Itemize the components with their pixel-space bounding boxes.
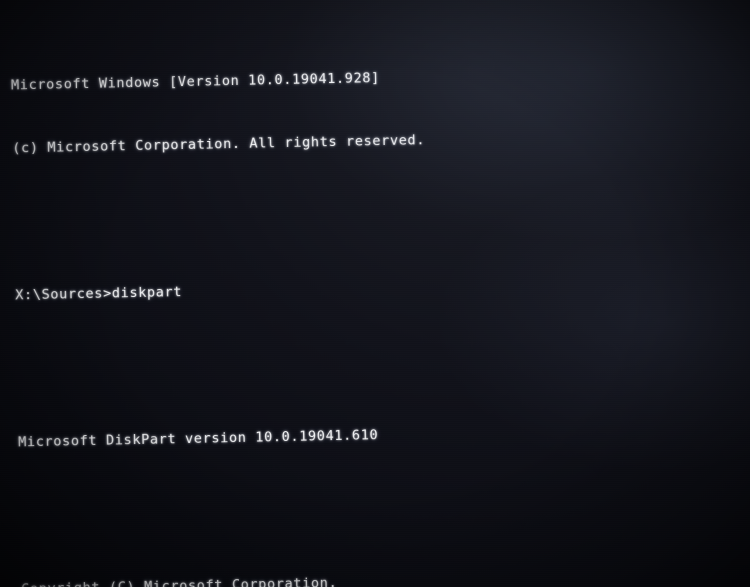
command-diskpart: diskpart [111,284,183,302]
diskpart-copyright: Copyright (C) Microsoft Corporation. [20,575,338,587]
screen-photo: Microsoft Windows [Version 10.0.19041.92… [0,0,750,587]
console-surface[interactable]: Microsoft Windows [Version 10.0.19041.92… [0,0,750,587]
copyright-line: (c) Microsoft Corporation. All rights re… [12,123,750,160]
diskpart-version: Microsoft DiskPart version 10.0.19041.61… [18,427,379,451]
diskpart-copyright-line: Copyright (C) Microsoft Corporation. [21,564,750,587]
diskpart-version-line: Microsoft DiskPart version 10.0.19041.61… [18,417,750,454]
os-banner-line: Microsoft Windows [Version 10.0.19041.92… [11,60,750,97]
console-text-buffer: Microsoft Windows [Version 10.0.19041.92… [10,0,750,587]
os-banner: Microsoft Windows [Version 10.0.19041.92… [10,70,381,94]
shell-prompt: X:\Sources> [15,285,112,304]
os-copyright: (c) Microsoft Corporation. All rights re… [12,132,426,157]
shell-prompt-line: X:\Sources>diskpart [15,270,750,307]
diskpart-console-window[interactable]: Microsoft Windows [Version 10.0.19041.92… [0,0,750,587]
